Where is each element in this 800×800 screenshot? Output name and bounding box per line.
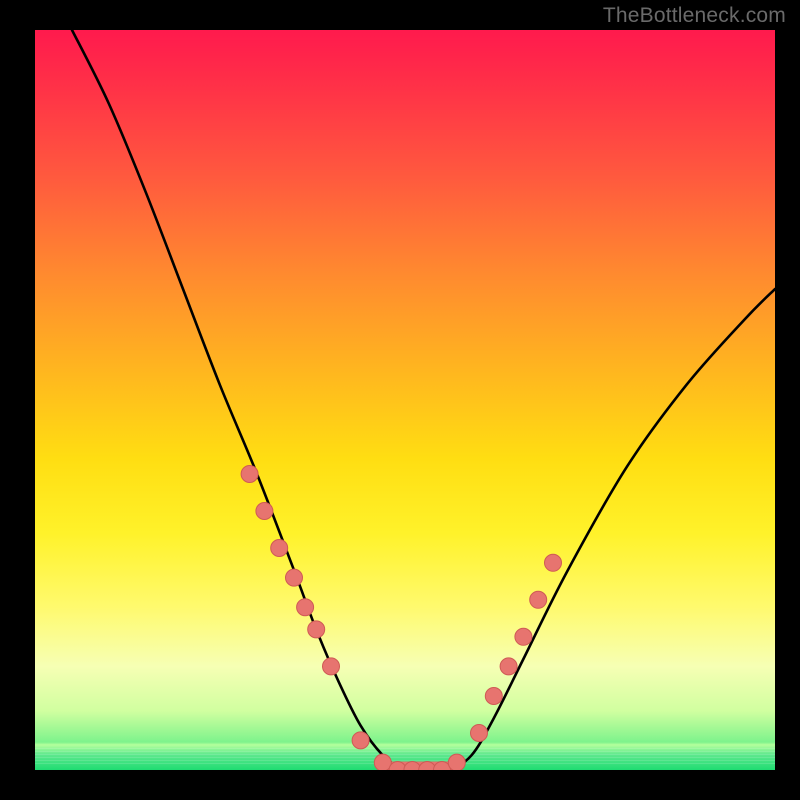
data-marker — [471, 725, 488, 742]
data-marker — [530, 591, 547, 608]
chart-svg — [35, 30, 775, 770]
watermark-text: TheBottleneck.com — [603, 4, 786, 28]
data-marker — [241, 466, 258, 483]
data-marker — [500, 658, 517, 675]
data-marker — [256, 503, 273, 520]
data-marker — [323, 658, 340, 675]
data-marker — [545, 554, 562, 571]
bottleneck-curve — [72, 30, 775, 770]
data-marker — [485, 688, 502, 705]
data-marker — [271, 540, 288, 557]
data-marker — [308, 621, 325, 638]
marker-group — [241, 466, 561, 771]
data-marker — [352, 732, 369, 749]
data-marker — [374, 754, 391, 770]
data-marker — [515, 628, 532, 645]
data-marker — [297, 599, 314, 616]
plot-area — [35, 30, 775, 770]
data-marker — [448, 754, 465, 770]
data-marker — [286, 569, 303, 586]
curve-path — [72, 30, 775, 770]
chart-frame: TheBottleneck.com — [0, 0, 800, 800]
